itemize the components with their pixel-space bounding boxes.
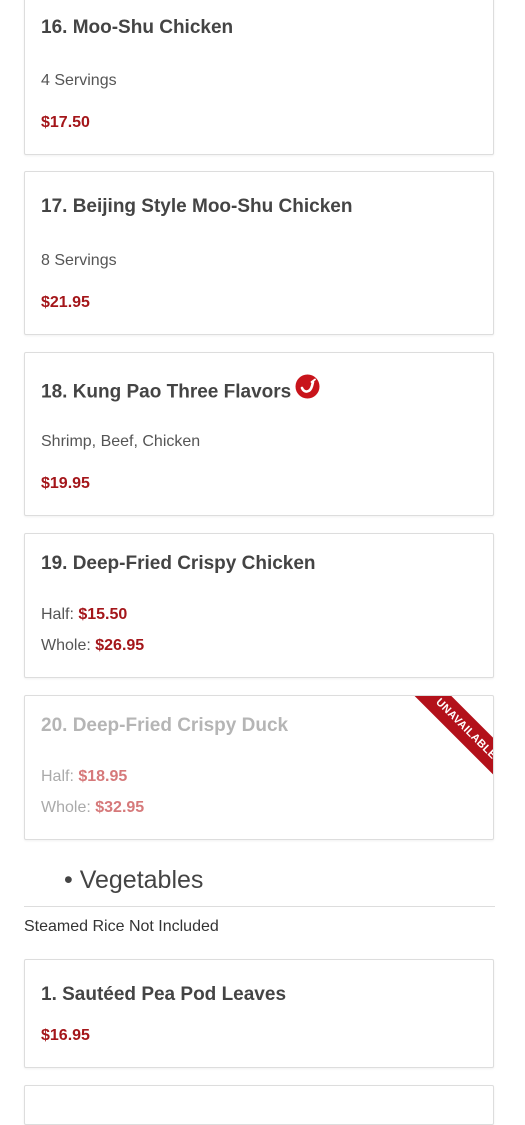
menu-item-card[interactable]: 18. Kung Pao Three Flavors Shrimp, Beef,… — [24, 352, 494, 516]
item-title: 18. Kung Pao Three Flavors — [41, 381, 292, 403]
menu-item-card[interactable]: 19. Deep-Fried Crispy Chicken Half: $15.… — [24, 533, 494, 678]
section-heading: • Vegetables — [64, 866, 204, 894]
whole-price-row: Whole: $32.95 — [41, 799, 144, 817]
item-title: 1. Sautéed Pea Pod Leaves — [41, 984, 287, 1005]
item-price: $16.95 — [41, 1027, 90, 1044]
menu-item-card-unavailable[interactable]: 20. Deep-Fried Crispy Duck Half: $18.95 … — [24, 695, 494, 840]
item-title: 19. Deep-Fried Crispy Chicken — [41, 553, 316, 574]
menu-item-card[interactable]: 17. Beijing Style Moo-Shu Chicken 8 Serv… — [24, 171, 494, 335]
whole-label: Whole: — [41, 637, 91, 654]
item-title: 17. Beijing Style Moo-Shu Chicken — [41, 196, 353, 217]
unavailable-ribbon: Unavailable — [399, 696, 493, 790]
section-divider — [24, 906, 495, 907]
half-price: $15.50 — [78, 606, 128, 623]
menu-item-card[interactable]: 16. Moo-Shu Chicken 4 Servings $17.50 — [24, 0, 494, 155]
item-title-row: 18. Kung Pao Three Flavors — [41, 374, 320, 408]
menu-item-card[interactable]: 1. Sautéed Pea Pod Leaves $16.95 — [24, 959, 494, 1068]
whole-price-row: Whole: $26.95 — [41, 637, 144, 655]
whole-label: Whole: — [41, 799, 91, 816]
half-label: Half: — [41, 768, 74, 785]
half-price-row: Half: $18.95 — [41, 768, 127, 786]
item-price: $21.95 — [41, 294, 90, 311]
item-description: Shrimp, Beef, Chicken — [41, 433, 201, 450]
unavailable-badge: Unavailable — [403, 696, 493, 790]
half-label: Half: — [41, 606, 74, 623]
item-description: 8 Servings — [41, 252, 117, 269]
item-title: 16. Moo-Shu Chicken — [41, 17, 234, 38]
menu-item-card[interactable] — [24, 1085, 494, 1125]
item-description: 4 Servings — [41, 72, 117, 89]
item-title: 20. Deep-Fried Crispy Duck — [41, 715, 289, 736]
half-price: $18.95 — [78, 768, 128, 785]
section-note: Steamed Rice Not Included — [24, 918, 219, 935]
whole-price: $32.95 — [95, 799, 145, 816]
item-price: $17.50 — [41, 114, 90, 131]
half-price-row: Half: $15.50 — [41, 606, 127, 624]
spicy-pepper-icon — [295, 374, 320, 405]
item-price: $19.95 — [41, 475, 90, 492]
whole-price: $26.95 — [95, 637, 145, 654]
